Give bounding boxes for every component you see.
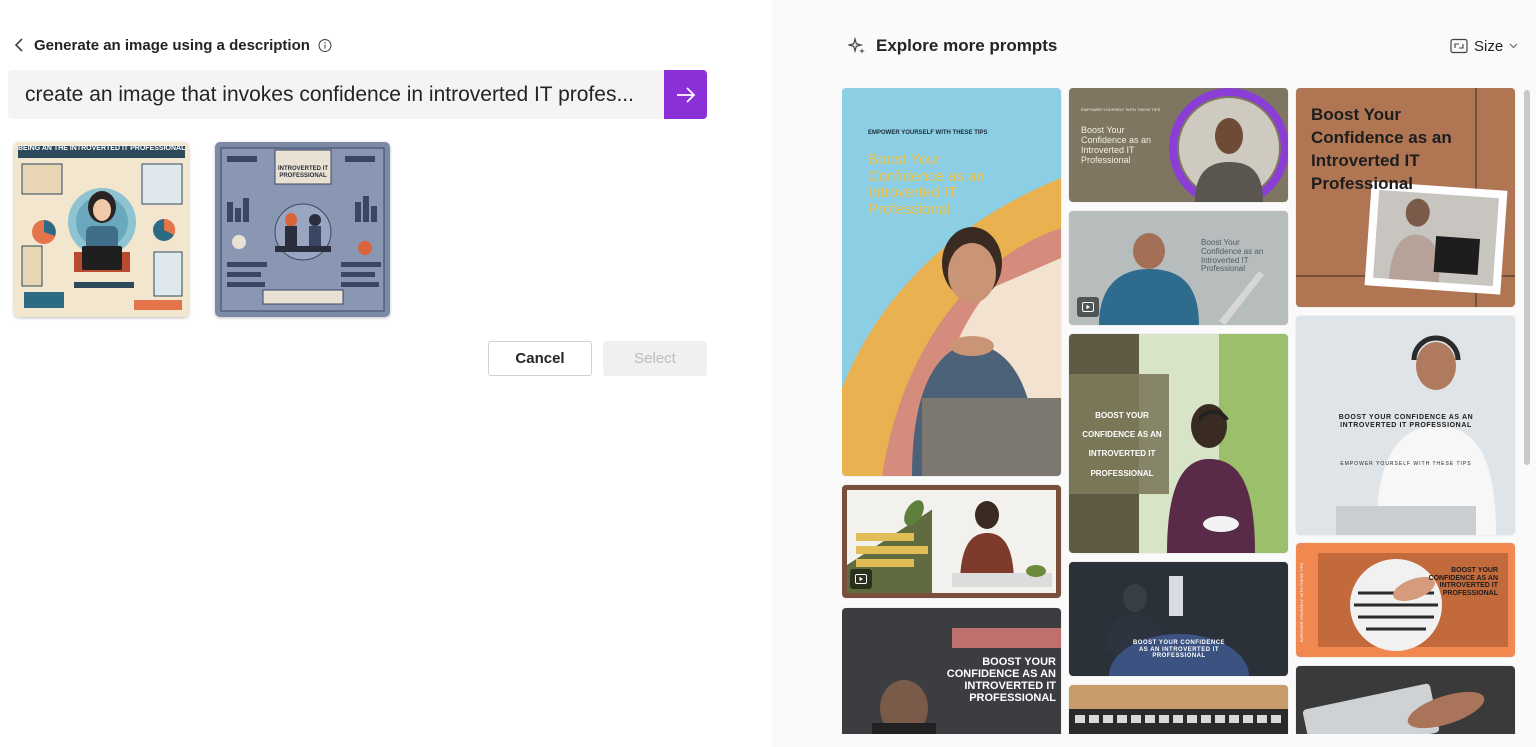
arrow-right-icon	[676, 86, 695, 103]
resize-icon	[1450, 38, 1468, 54]
tile10-title: BOOST YOUR CONFIDENCE AS AN INTROVERTED …	[1132, 640, 1226, 660]
gallery-scrollbar[interactable]	[1524, 90, 1530, 465]
video-badge	[850, 569, 872, 589]
gallery-tile-6[interactable]: BOOST YOUR CONFIDENCE AS AN INTROVERTED …	[1296, 316, 1515, 535]
chevron-left-icon[interactable]	[12, 38, 26, 52]
gallery-tile-8[interactable]: BOOST YOUR CONFIDENCE AS AN INTROVERTED …	[1069, 334, 1288, 553]
prompt-gallery: EMPOWER YOURSELF WITH THESE TIPS Boost Y…	[842, 88, 1518, 734]
tile2-title: Boost Your Confidence as an Introverted …	[1081, 125, 1152, 165]
gallery-tile-4[interactable]	[842, 485, 1061, 598]
tile3-title: Boost Your Confidence as an Introverted …	[1311, 105, 1452, 193]
tile9-kicker: EMPOWER YOURSELF WITH THESE TIPS	[1299, 563, 1304, 643]
gallery-tile-1[interactable]: EMPOWER YOURSELF WITH THESE TIPS Boost Y…	[842, 88, 1061, 476]
tile7-title: BOOST YOUR CONFIDENCE AS AN INTROVERTED …	[946, 656, 1056, 705]
gallery-tile-12[interactable]	[1069, 685, 1288, 734]
info-icon[interactable]	[318, 38, 332, 52]
generate-panel: Generate an image using a description cr…	[0, 0, 772, 747]
play-icon	[1082, 302, 1094, 312]
sparkle-icon	[848, 37, 865, 54]
gallery-tile-10[interactable]: BOOST YOUR CONFIDENCE AS AN INTROVERTED …	[1069, 562, 1288, 676]
panel-title: Generate an image using a description	[34, 36, 310, 54]
select-button[interactable]: Select	[603, 341, 707, 376]
gallery-tile-3[interactable]: Boost Your Confidence as an Introverted …	[1296, 88, 1515, 307]
prompt-input[interactable]: create an image that invokes confidence …	[8, 70, 664, 119]
cancel-button[interactable]: Cancel	[488, 341, 592, 376]
size-dropdown[interactable]: Size	[1450, 36, 1518, 56]
panel-header: Generate an image using a description	[12, 34, 332, 56]
tile5-title: Boost Your Confidence as an Introverted …	[1201, 238, 1264, 274]
chevron-down-icon	[1509, 43, 1518, 49]
gallery-tile-7[interactable]: BOOST YOUR CONFIDENCE AS AN INTROVERTED …	[842, 608, 1061, 734]
play-icon	[855, 574, 867, 584]
tile6-title: BOOST YOUR CONFIDENCE AS AN INTROVERTED …	[1338, 414, 1474, 429]
gallery-tile-9[interactable]: EMPOWER YOURSELF WITH THESE TIPS BOOST Y…	[1296, 543, 1515, 657]
gallery-tile-11[interactable]	[1296, 666, 1515, 734]
tile1-kicker: EMPOWER YOURSELF WITH THESE TIPS	[868, 130, 988, 136]
explore-title: Explore more prompts	[876, 36, 1058, 55]
thumb1-heading: BEING AN THE INTROVERTED IT PROFESSIONAL	[18, 145, 186, 152]
gallery-tile-5[interactable]: Boost Your Confidence as an Introverted …	[1069, 211, 1288, 325]
video-badge	[1077, 297, 1099, 317]
explore-header: Explore more prompts	[848, 34, 1057, 58]
generated-image-1[interactable]	[14, 142, 189, 317]
tile1-title: Boost Your Confidence as an Introverted …	[868, 151, 985, 218]
generate-button[interactable]	[664, 70, 707, 119]
prompt-text: create an image that invokes confidence …	[25, 82, 634, 106]
tile6-sub: EMPOWER YOURSELF WITH THESE TIPS	[1340, 461, 1472, 467]
size-label: Size	[1474, 37, 1504, 55]
thumb2-heading: INTROVERTED IT PROFESSIONAL	[277, 166, 328, 179]
gallery-tile-2[interactable]: EMPOWER YOURSELF WITH THESE TIPS Boost Y…	[1069, 88, 1288, 202]
tile8-title: BOOST YOUR CONFIDENCE AS AN INTROVERTED …	[1082, 411, 1162, 478]
explore-panel: Explore more prompts Size EMPOWER YOURSE…	[772, 0, 1536, 747]
tile9-title: BOOST YOUR CONFIDENCE AS AN INTROVERTED …	[1428, 567, 1498, 598]
tile2-kicker: EMPOWER YOURSELF WITH THESE TIPS	[1081, 107, 1161, 112]
